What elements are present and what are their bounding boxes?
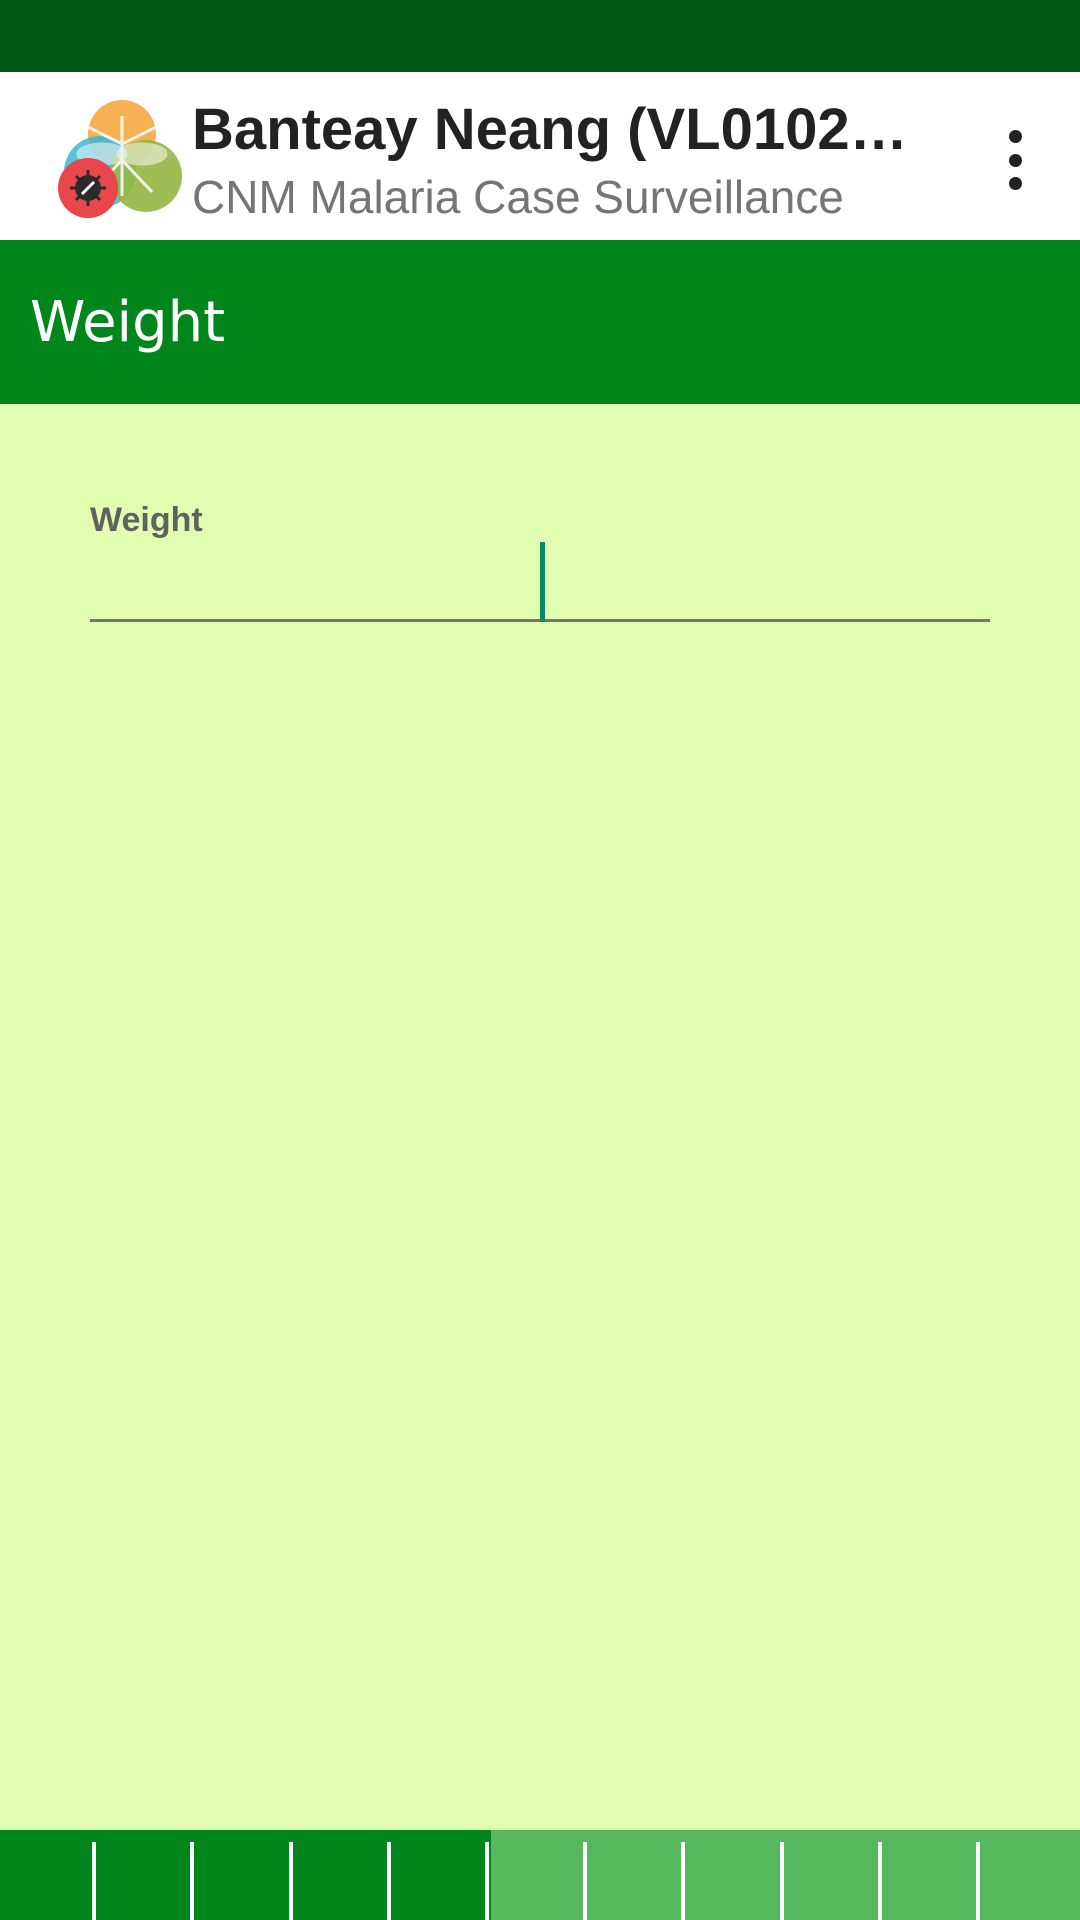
more-vert-icon[interactable] (990, 120, 1040, 200)
progress-segment (392, 1830, 491, 1920)
menu-dot (1008, 153, 1022, 167)
progress-segment (0, 1830, 99, 1920)
progress-divider (190, 1842, 195, 1920)
progress-segment (294, 1830, 393, 1920)
progress-divider (779, 1842, 784, 1920)
weight-label: Weight (90, 501, 203, 539)
progress-divider (583, 1842, 588, 1920)
progress-divider (288, 1842, 293, 1920)
progress-segment (490, 1830, 590, 1920)
status-bar (0, 0, 1080, 72)
progress-segment (883, 1830, 982, 1920)
app-title: Banteay Neang (VL01020… (192, 97, 927, 162)
section-header: Weight (0, 240, 1080, 404)
progress-segment (687, 1830, 786, 1920)
app-bar: Banteay Neang (VL01020… CNM Malaria Case… (0, 72, 1080, 240)
menu-dot (1008, 130, 1022, 143)
mosquito-logo-icon (58, 100, 182, 218)
progress-divider (484, 1842, 489, 1920)
progress-bar (0, 1830, 1080, 1920)
text-cursor (540, 542, 545, 622)
progress-divider (975, 1842, 980, 1920)
progress-segment (981, 1830, 1080, 1920)
progress-divider (386, 1842, 391, 1920)
progress-segment (98, 1830, 197, 1920)
app-screen: Banteay Neang (VL01020… CNM Malaria Case… (0, 0, 1080, 1920)
progress-divider (92, 1842, 97, 1920)
section-title: Weight (30, 290, 226, 355)
app-subtitle: CNM Malaria Case Surveillance (192, 171, 844, 223)
progress-segment (196, 1830, 295, 1920)
progress-segment (785, 1830, 884, 1920)
progress-segment (589, 1830, 688, 1920)
progress-divider (681, 1842, 686, 1920)
progress-divider (877, 1842, 882, 1920)
menu-dot (1008, 177, 1022, 190)
